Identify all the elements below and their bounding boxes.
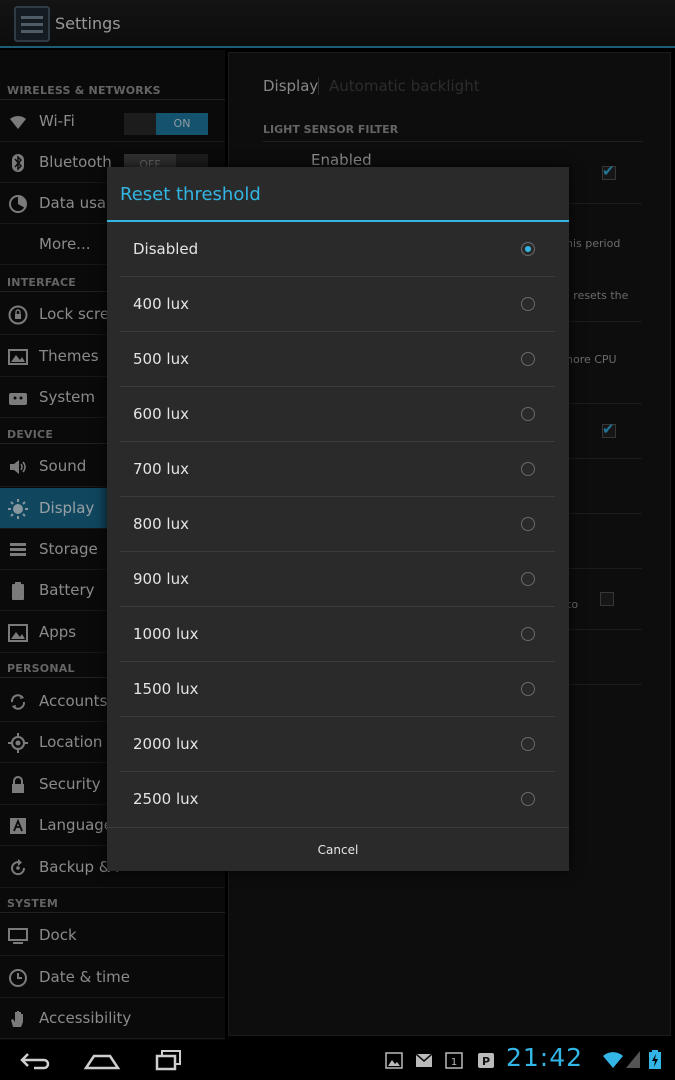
radio-button-icon[interactable] (521, 407, 535, 421)
reset-threshold-dialog: Reset threshold Disabled 400 lux 500 lux 60… (107, 167, 569, 871)
threshold-option-label: 500 lux (133, 350, 189, 368)
threshold-option-label: 600 lux (133, 405, 189, 423)
home-button[interactable] (82, 1046, 122, 1074)
threshold-option[interactable]: Disabled (120, 222, 555, 277)
radio-button-icon[interactable] (521, 352, 535, 366)
threshold-option-label: 800 lux (133, 515, 189, 533)
threshold-option-label: 1000 lux (133, 625, 199, 643)
radio-button-icon[interactable] (521, 792, 535, 806)
back-button[interactable] (14, 1046, 54, 1074)
email-notification-icon[interactable] (415, 1052, 433, 1069)
cell-signal-icon (626, 1051, 640, 1068)
svg-text:P: P (482, 1055, 490, 1068)
threshold-option-label: 400 lux (133, 295, 189, 313)
threshold-option-label: 2000 lux (133, 735, 199, 753)
battery-status-icon (649, 1050, 661, 1069)
cancel-button[interactable]: Cancel (107, 828, 569, 872)
threshold-option-label: 900 lux (133, 570, 189, 588)
calendar-notification-icon[interactable]: 1 (445, 1052, 463, 1069)
dialog-footer: Cancel (107, 827, 569, 871)
radio-button-icon[interactable] (521, 572, 535, 586)
threshold-option-label: 2500 lux (133, 790, 199, 808)
radio-button-icon[interactable] (521, 682, 535, 696)
threshold-option-label: 700 lux (133, 460, 189, 478)
radio-button-icon[interactable] (521, 517, 535, 531)
threshold-option[interactable]: 600 lux (120, 387, 555, 442)
threshold-option[interactable]: 900 lux (120, 552, 555, 607)
threshold-option[interactable]: 700 lux (120, 442, 555, 497)
threshold-option-label: 1500 lux (133, 680, 199, 698)
threshold-option-label: Disabled (133, 240, 199, 258)
radio-button-icon[interactable] (521, 737, 535, 751)
threshold-option[interactable]: 800 lux (120, 497, 555, 552)
threshold-option[interactable]: 400 lux (120, 277, 555, 332)
threshold-option[interactable]: 2000 lux (120, 717, 555, 772)
radio-button-icon[interactable] (521, 627, 535, 641)
radio-button-icon[interactable] (521, 297, 535, 311)
gallery-notification-icon[interactable] (385, 1052, 403, 1069)
parking-notification-icon[interactable]: P (477, 1052, 495, 1069)
wifi-signal-icon (602, 1050, 624, 1068)
status-clock: 21:42 (506, 1043, 584, 1072)
threshold-option[interactable]: 500 lux (120, 332, 555, 387)
recent-apps-button[interactable] (150, 1046, 190, 1074)
threshold-option[interactable]: 1500 lux (120, 662, 555, 717)
system-bar: 1 P 21:42 (0, 1040, 675, 1080)
radio-button-icon[interactable] (521, 462, 535, 476)
dialog-title: Reset threshold (120, 184, 261, 205)
radio-button-icon[interactable] (521, 242, 535, 256)
threshold-option[interactable]: 2500 lux (120, 772, 555, 827)
threshold-option[interactable]: 1000 lux (120, 607, 555, 662)
svg-text:1: 1 (451, 1057, 457, 1068)
